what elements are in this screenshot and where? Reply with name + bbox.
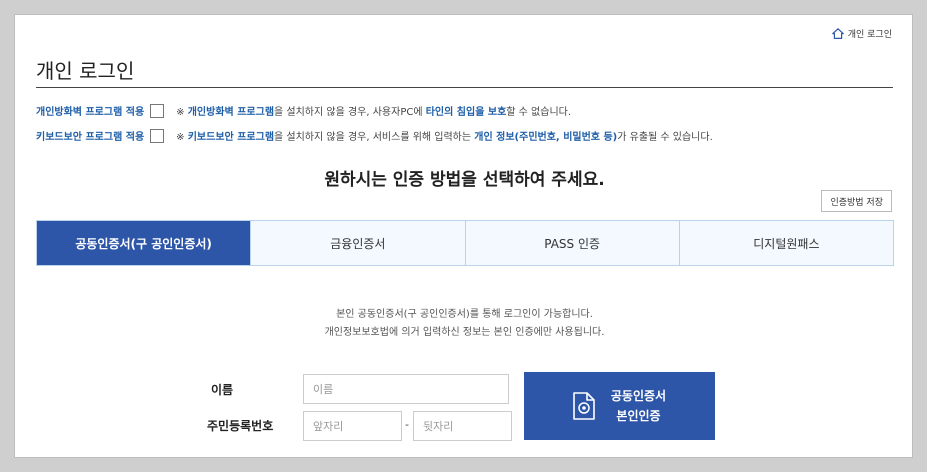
auth-method-tabs: 공동인증서(구 공인인증서) 금융인증서 PASS 인증 디지털원패스 bbox=[36, 220, 894, 266]
tab-financial-certificate[interactable]: 금융인증서 bbox=[250, 221, 465, 265]
firewall-notice-prefix: ※ bbox=[176, 107, 188, 118]
rrn-front-input[interactable] bbox=[303, 411, 402, 441]
keyboard-option-row: 키보드보안 프로그램 적용 ※ 키보드보안 프로그램을 설치하지 않을 경우, … bbox=[36, 128, 713, 143]
auth-description-line-1: 본인 공동인증서(구 공인인증서)를 통해 로그인이 가능합니다. bbox=[336, 309, 593, 320]
name-label: 이름 bbox=[211, 383, 234, 397]
firewall-notice-suffix: 할 수 없습니다. bbox=[506, 107, 572, 118]
firewall-notice-highlight: 개인방화벽 프로그램 bbox=[187, 107, 275, 118]
rrn-label: 주민등록번호 bbox=[207, 419, 274, 433]
tab-joint-certificate[interactable]: 공동인증서(구 공인인증서) bbox=[37, 221, 251, 265]
auth-description-line-2: 개인정보보호법에 의거 입력하신 정보는 본인 인증에만 사용됩니다. bbox=[324, 327, 605, 338]
title-divider bbox=[36, 87, 893, 88]
firewall-option-row: 개인방화벽 프로그램 적용 ※ 개인방화벽 프로그램을 설치하지 않을 경우, … bbox=[36, 103, 571, 118]
home-link-label: 개인 로그인 bbox=[847, 30, 892, 40]
home-link[interactable]: 개인 로그인 bbox=[831, 27, 892, 40]
page-title: 개인 로그인 bbox=[36, 59, 135, 83]
keyboard-notice-highlight: 키보드보안 프로그램 bbox=[187, 132, 275, 143]
keyboard-option-label: 키보드보안 프로그램 적용 bbox=[36, 132, 145, 143]
cert-button-line-1: 공동인증서 bbox=[610, 389, 667, 403]
rrn-back-input[interactable] bbox=[413, 411, 512, 441]
tab-pass-auth[interactable]: PASS 인증 bbox=[464, 221, 679, 265]
firewall-option-label: 개인방화벽 프로그램 적용 bbox=[36, 107, 145, 118]
home-icon bbox=[831, 28, 844, 39]
keyboard-checkbox[interactable] bbox=[150, 128, 165, 143]
firewall-notice: ※ 개인방화벽 프로그램을 설치하지 않을 경우, 사용자PC에 타인의 침입을… bbox=[176, 103, 571, 118]
keyboard-notice-text: 을 설치하지 않을 경우, 서비스를 위해 입력하는 bbox=[274, 132, 475, 143]
name-input[interactable] bbox=[303, 374, 509, 404]
firewall-notice-highlight-2: 타인의 침입을 보호 bbox=[425, 107, 507, 118]
auth-method-headline: 원하시는 인증 방법을 선택하여 주세요. bbox=[324, 170, 605, 190]
joint-certificate-auth-button[interactable]: 공동인증서 본인인증 bbox=[524, 372, 715, 440]
certificate-icon bbox=[573, 392, 595, 420]
tab-digital-onepass[interactable]: 디지털원패스 bbox=[678, 221, 893, 265]
keyboard-notice-highlight-2: 개인 정보(주민번호, 비밀번호 등) bbox=[474, 132, 618, 143]
firewall-notice-text: 을 설치하지 않을 경우, 사용자PC에 bbox=[274, 107, 426, 118]
keyboard-notice-suffix: 가 유출될 수 있습니다. bbox=[617, 132, 713, 143]
login-panel: 개인 로그인 개인 로그인 개인방화벽 프로그램 적용 ※ 개인방화벽 프로그램… bbox=[14, 14, 913, 458]
keyboard-notice: ※ 키보드보안 프로그램을 설치하지 않을 경우, 서비스를 위해 입력하는 개… bbox=[176, 128, 713, 143]
keyboard-notice-prefix: ※ bbox=[176, 132, 188, 143]
save-auth-method-button[interactable]: 인증방법 저장 bbox=[821, 190, 892, 212]
cert-button-label: 공동인증서 본인인증 bbox=[611, 386, 666, 426]
rrn-separator: - bbox=[405, 418, 409, 431]
firewall-checkbox[interactable] bbox=[150, 103, 165, 118]
cert-button-line-2: 본인인증 bbox=[616, 409, 661, 423]
